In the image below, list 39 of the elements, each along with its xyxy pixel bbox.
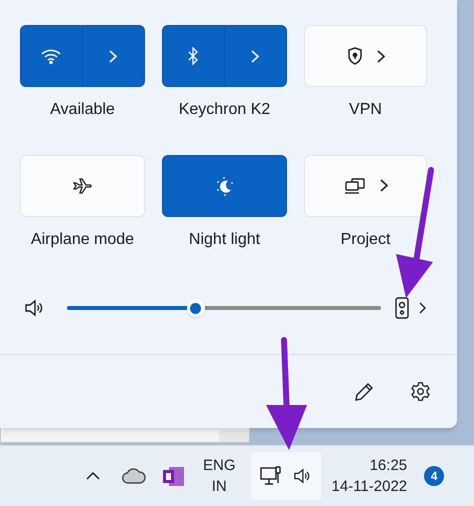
screens-icon: [344, 178, 366, 194]
tile-label: VPN: [349, 100, 382, 120]
speaker-icon: [24, 299, 44, 317]
chevron-right-icon: [376, 50, 384, 62]
volume-icon: [292, 468, 312, 484]
pencil-icon: [354, 382, 374, 402]
slider-thumb[interactable]: [186, 299, 205, 317]
notification-badge[interactable]: 4: [424, 466, 444, 486]
notebook-icon: [163, 466, 184, 486]
region-text: IN: [212, 477, 227, 497]
network-volume-button[interactable]: [250, 452, 321, 500]
speaker-device-icon: [395, 297, 409, 319]
shield-icon: [346, 47, 362, 65]
notes-app-button[interactable]: [163, 466, 184, 486]
cloud-button[interactable]: [122, 468, 146, 484]
chevron-right-icon: [251, 50, 260, 62]
tile-label: Night light: [188, 230, 260, 250]
chevron-right-icon: [419, 302, 426, 314]
language-text: ENG: [203, 456, 236, 476]
clock[interactable]: 16:25 14-11-2022: [332, 455, 408, 497]
language-indicator[interactable]: ENG IN: [203, 455, 236, 497]
chevron-up-icon: [86, 472, 100, 480]
tile-label: Keychron K2: [178, 100, 270, 120]
cloud-icon: [122, 468, 146, 484]
airplane-icon: [72, 176, 94, 194]
volume-slider[interactable]: [67, 299, 381, 317]
tile-label: Airplane mode: [30, 230, 134, 250]
moon-icon: [214, 176, 234, 196]
tile-label: Project: [340, 230, 390, 250]
toggle-tile[interactable]: [162, 154, 287, 216]
wifi-icon: [41, 48, 62, 64]
bluetooth-icon: [187, 47, 200, 65]
settings-button[interactable]: [408, 379, 433, 404]
tile-label: Available: [50, 100, 115, 120]
computer-icon: [260, 466, 282, 486]
settings-icon: [410, 381, 431, 402]
audio-output-button[interactable]: [395, 297, 426, 319]
chevron-right-icon: [109, 50, 118, 62]
chevron-right-icon: [380, 179, 388, 192]
